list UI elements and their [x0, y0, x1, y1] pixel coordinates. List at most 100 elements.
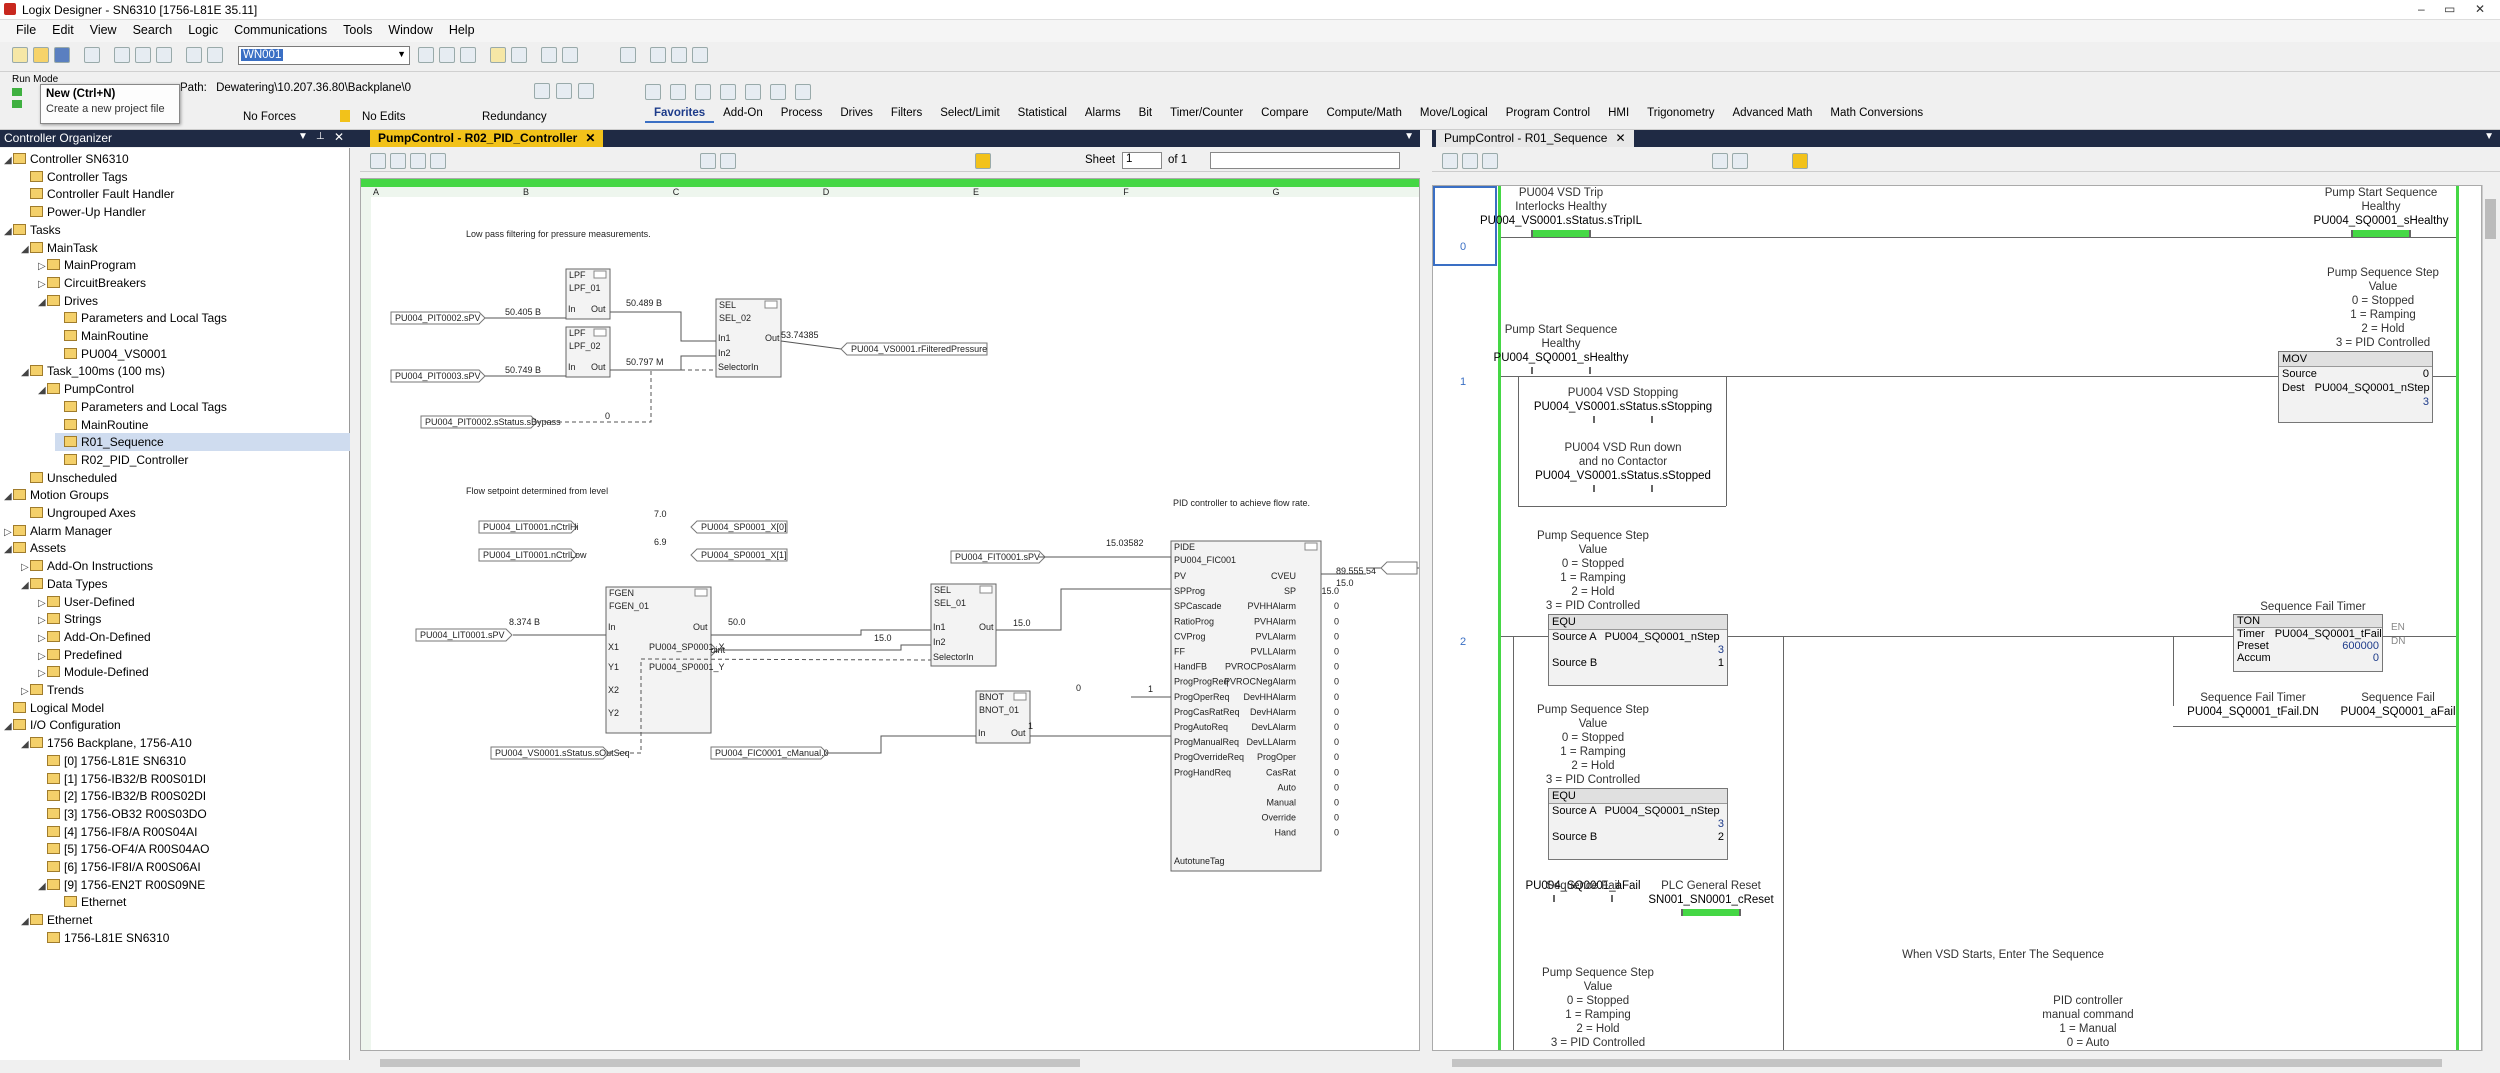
xic-icon[interactable] — [695, 84, 711, 100]
tab-bit[interactable]: Bit — [1130, 105, 1161, 121]
tree-item[interactable]: ▷ Trends — [21, 681, 84, 699]
contact-vsd-stopping[interactable]: PU004 VSD Stopping PU004_VS0001.sStatus.s… — [1513, 386, 1733, 423]
ladder-tool-icon[interactable] — [1462, 153, 1478, 169]
tab-math-conversions[interactable]: Math Conversions — [1821, 105, 1932, 121]
tree-item[interactable]: MainRoutine — [55, 327, 148, 345]
tree-item[interactable]: Controller Fault Handler — [21, 185, 174, 203]
who-active-icon[interactable] — [556, 83, 572, 99]
contact-tag[interactable]: PU004_SQ0001_tFail.DN — [2168, 705, 2338, 719]
menu-search[interactable]: Search — [125, 20, 181, 40]
redo-icon[interactable] — [207, 47, 223, 63]
path-value[interactable]: Dewatering\10.207.36.80\Backplane\0 — [216, 82, 411, 94]
otl-icon[interactable] — [770, 84, 786, 100]
tree-item[interactable]: 1756-L81E SN6310 — [38, 929, 169, 947]
verify-controller-icon[interactable] — [511, 47, 527, 63]
tree-item[interactable]: Ungrouped Axes — [21, 504, 136, 522]
expand-toggle-icon[interactable]: ◢ — [4, 488, 13, 506]
tab-filters[interactable]: Filters — [882, 105, 931, 121]
sheet-description-input[interactable] — [1210, 152, 1400, 169]
doc-dropdown-icon[interactable]: ▼ — [2484, 131, 2494, 142]
tree-item[interactable]: ◢ 1756 Backplane, 1756-A10 — [21, 734, 192, 752]
menu-help[interactable]: Help — [441, 20, 483, 40]
tree-item[interactable]: ◢ Controller SN6310 — [4, 150, 129, 168]
rung-number[interactable]: 1 — [1433, 376, 1493, 388]
fbd-tool-icon[interactable] — [430, 153, 446, 169]
contact-seq-healthy[interactable]: Pump Start Sequence Healthy PU004_SQ0001_s… — [1451, 323, 1671, 374]
xio-icon[interactable] — [720, 84, 736, 100]
expand-toggle-icon[interactable]: ◢ — [38, 382, 47, 400]
menu-tools[interactable]: Tools — [335, 20, 380, 40]
tree-item[interactable]: Controller Tags — [21, 168, 127, 186]
menu-file[interactable]: File — [0, 20, 44, 40]
tree-item[interactable]: ▷ Alarm Manager — [4, 522, 112, 540]
new-file-icon[interactable] — [12, 47, 28, 63]
expand-toggle-icon[interactable]: ◢ — [38, 294, 47, 312]
layout-3-icon[interactable] — [692, 47, 708, 63]
tree-item[interactable]: ◢ PumpControl — [38, 380, 134, 398]
tab-add-on[interactable]: Add-On — [714, 105, 772, 121]
tree-item[interactable]: [2] 1756-IB32/B R00S02DI — [38, 787, 206, 805]
tree-item[interactable]: [3] 1756-OB32 R00S03DO — [38, 805, 207, 823]
tree-item[interactable]: [4] 1756-IF8/A R00S04AI — [38, 823, 197, 841]
tree-item[interactable]: ▷ Add-On-Defined — [38, 628, 151, 646]
zoom-in-icon[interactable] — [1712, 153, 1728, 169]
ladder-tool-icon[interactable] — [1482, 153, 1498, 169]
ladder-vertical-scrollbar[interactable] — [2482, 185, 2498, 1051]
paste-icon[interactable] — [156, 47, 172, 63]
rung-number[interactable]: 0 — [1433, 241, 1493, 253]
tree-item[interactable]: [5] 1756-OF4/A R00S04AO — [38, 840, 209, 858]
tree-item[interactable]: ◢ Motion Groups — [4, 486, 109, 504]
expand-toggle-icon[interactable]: ◢ — [4, 152, 13, 170]
verify-routine-icon[interactable] — [490, 47, 506, 63]
minimize-button[interactable]: – — [2418, 2, 2425, 16]
tab-program-control[interactable]: Program Control — [1497, 105, 1599, 121]
tab-hmi[interactable]: HMI — [1599, 105, 1638, 121]
tree-item[interactable]: ▷ Strings — [38, 610, 101, 628]
tree-item[interactable]: MainRoutine — [55, 416, 148, 434]
network-icon[interactable] — [534, 83, 550, 99]
download-icon[interactable] — [578, 83, 594, 99]
contact-plc-general-reset[interactable]: SN001_SN0001_cReset — [1601, 893, 1821, 916]
tree-item[interactable]: ◢ Assets — [4, 539, 66, 557]
copy-icon[interactable] — [135, 47, 151, 63]
scroll-thumb[interactable] — [1452, 1059, 2442, 1067]
find-icon[interactable] — [418, 47, 434, 63]
tab-r01-sequence[interactable]: PumpControl - R01_Sequence ✕ — [1436, 130, 1634, 147]
zoom-out-icon[interactable] — [720, 153, 736, 169]
tab-r02-pid-controller[interactable]: PumpControl - R02_PID_Controller ✕ — [370, 130, 604, 147]
tree-item[interactable]: ◢ Drives — [38, 292, 98, 310]
tree-item[interactable]: ▷ CircuitBreakers — [38, 274, 146, 292]
maximize-button[interactable]: ▭ — [2444, 2, 2455, 16]
ladder-horizontal-scrollbar[interactable] — [1432, 1056, 2482, 1070]
tree-item[interactable]: Power-Up Handler — [21, 203, 146, 221]
tree-item[interactable]: ◢ Ethernet — [21, 911, 92, 929]
rung-number[interactable]: 2 — [1433, 636, 1493, 648]
expand-toggle-icon[interactable]: ◢ — [4, 223, 13, 241]
close-button[interactable]: ✕ — [2475, 2, 2485, 16]
tree-item[interactable]: PU004_VS0001 — [55, 345, 167, 363]
expand-toggle-icon[interactable]: ◢ — [21, 736, 30, 754]
online-icon[interactable] — [562, 47, 578, 63]
contact-vsd-trip-interlocks[interactable]: PU004 VSD Trip Interlocks Healthy PU004_VS… — [1451, 186, 1671, 237]
contact-vsd-run-down[interactable]: PU004 VSD Run down and no Contactor PU004_… — [1513, 441, 1733, 492]
cut-icon[interactable] — [114, 47, 130, 63]
zoom-in-icon[interactable] — [620, 47, 636, 63]
expand-toggle-icon[interactable]: ◢ — [21, 577, 30, 595]
contact-start-seq-healthy[interactable]: Pump Start Sequence Healthy PU004_SQ0001_s… — [2271, 186, 2481, 237]
fbd-horizontal-scrollbar[interactable] — [360, 1056, 1420, 1070]
save-icon[interactable] — [54, 47, 70, 63]
tab-favorites[interactable]: Favorites — [645, 105, 715, 123]
menu-window[interactable]: Window — [380, 20, 440, 40]
tree-item[interactable]: ◢ Data Types — [21, 575, 107, 593]
expand-toggle-icon[interactable]: ◢ — [4, 718, 13, 736]
tree-item[interactable]: ▷ Add-On Instructions — [21, 557, 153, 575]
tree-item[interactable]: R01_Sequence — [55, 433, 350, 452]
scroll-thumb[interactable] — [2485, 199, 2496, 239]
close-panel-icon[interactable]: ✕ — [334, 130, 344, 144]
tree-item[interactable]: Unscheduled — [21, 469, 117, 487]
tab-select-limit[interactable]: Select/Limit — [931, 105, 1008, 121]
doc-dropdown-icon[interactable]: ▼ — [1404, 131, 1414, 142]
highlight-icon[interactable] — [975, 153, 991, 169]
tree-item[interactable]: ▷ Predefined — [38, 646, 122, 664]
sheet-select[interactable]: 1 — [1122, 152, 1162, 169]
